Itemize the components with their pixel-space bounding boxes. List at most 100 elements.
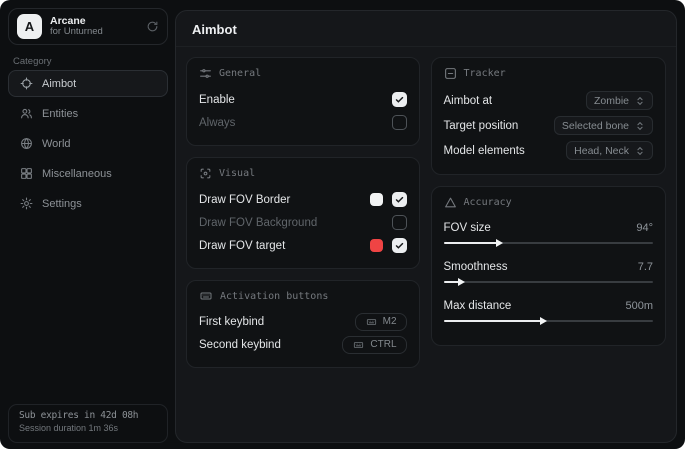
target-position-select[interactable]: Selected bone xyxy=(554,116,653,135)
setting-row-smoothness: Smoothness 7.7 xyxy=(444,256,653,291)
sidebar-item-label: Miscellaneous xyxy=(42,168,112,180)
app-logo: A xyxy=(17,14,42,39)
slider-value: 94° xyxy=(636,222,653,234)
setting-label: Draw FOV Border xyxy=(199,194,290,206)
setting-row-always: Always xyxy=(199,111,407,134)
model-elements-select[interactable]: Head, Neck xyxy=(566,141,653,160)
check-icon xyxy=(395,95,404,104)
setting-label: Target position xyxy=(444,120,519,132)
setting-row-max-distance: Max distance 500m xyxy=(444,295,653,330)
sidebar-item-label: Entities xyxy=(42,108,78,120)
slider-thumb[interactable] xyxy=(540,317,547,325)
accuracy-card: Accuracy FOV size 94° Smoothness xyxy=(431,186,666,346)
setting-label: Model elements xyxy=(444,145,525,157)
setting-label: Always xyxy=(199,117,235,129)
grid-icon xyxy=(20,167,33,180)
section-title: General xyxy=(219,68,261,79)
main-panel: Aimbot General Enable Alw xyxy=(175,10,677,443)
sidebar-item-miscellaneous[interactable]: Miscellaneous xyxy=(8,160,168,187)
chevrons-up-down-icon xyxy=(635,146,645,156)
triangle-icon xyxy=(444,196,457,209)
setting-label: Draw FOV target xyxy=(199,240,285,252)
logo-card: A Arcane for Unturned xyxy=(8,8,168,45)
keybind-value: CTRL xyxy=(370,339,396,350)
setting-row-second-keybind: Second keybind CTRL xyxy=(199,333,407,356)
general-card: General Enable Always xyxy=(186,57,420,146)
slider-thumb[interactable] xyxy=(458,278,465,286)
scan-icon xyxy=(199,167,212,180)
always-checkbox[interactable] xyxy=(392,115,407,130)
setting-label: Enable xyxy=(199,94,235,106)
entities-icon xyxy=(20,107,33,120)
setting-label: FOV size xyxy=(444,222,491,234)
keyboard-icon xyxy=(365,317,378,327)
setting-row-fov-size: FOV size 94° xyxy=(444,217,653,252)
visual-card: Visual Draw FOV Border Draw FOV Backgrou… xyxy=(186,157,420,269)
setting-row-fov-target: Draw FOV target xyxy=(199,234,407,257)
chevrons-up-down-icon xyxy=(635,121,645,131)
color-swatch-white[interactable] xyxy=(370,193,383,206)
box-minus-icon xyxy=(444,67,457,80)
sidebar-item-aimbot[interactable]: Aimbot xyxy=(8,70,168,97)
app-window: A Arcane for Unturned Category Aimbot xyxy=(0,0,685,449)
sidebar: A Arcane for Unturned Category Aimbot xyxy=(0,0,175,449)
setting-label: Second keybind xyxy=(199,339,281,351)
second-keybind-button[interactable]: CTRL xyxy=(342,336,406,354)
color-swatch-red[interactable] xyxy=(370,239,383,252)
check-icon xyxy=(395,241,404,250)
aimbot-at-select[interactable]: Zombie xyxy=(586,91,653,110)
setting-label: Aimbot at xyxy=(444,95,493,107)
slider-value: 500m xyxy=(625,300,653,312)
session-duration-text: Session duration 1m 36s xyxy=(19,423,157,433)
setting-row-model-elements: Model elements Head, Neck xyxy=(444,138,653,163)
setting-row-fov-background: Draw FOV Background xyxy=(199,211,407,234)
setting-row-fov-border: Draw FOV Border xyxy=(199,188,407,211)
chevrons-up-down-icon xyxy=(635,96,645,106)
keybind-value: M2 xyxy=(383,316,397,327)
sidebar-item-label: World xyxy=(42,138,71,150)
setting-row-target-position: Target position Selected bone xyxy=(444,113,653,138)
keyboard-icon xyxy=(352,340,365,350)
category-label: Category xyxy=(13,56,52,67)
sidebar-item-label: Aimbot xyxy=(42,78,76,90)
check-icon xyxy=(395,195,404,204)
select-value: Selected bone xyxy=(562,120,629,132)
fov-size-slider[interactable] xyxy=(444,238,653,252)
fov-border-checkbox[interactable] xyxy=(392,192,407,207)
setting-label: Smoothness xyxy=(444,261,508,273)
activation-card: Activation buttons First keybind M2 Seco… xyxy=(186,280,420,368)
tracker-card: Tracker Aimbot at Zombie Target position… xyxy=(431,57,666,175)
fov-background-checkbox[interactable] xyxy=(392,215,407,230)
slider-thumb[interactable] xyxy=(496,239,503,247)
enable-checkbox[interactable] xyxy=(392,92,407,107)
setting-row-first-keybind: First keybind M2 xyxy=(199,310,407,333)
globe-icon xyxy=(20,137,33,150)
sidebar-nav: Aimbot Entities World Miscellaneous xyxy=(8,70,168,220)
fov-target-checkbox[interactable] xyxy=(392,238,407,253)
setting-label: Max distance xyxy=(444,300,512,312)
keyboard-icon xyxy=(199,290,213,302)
max-distance-slider[interactable] xyxy=(444,316,653,330)
section-title: Tracker xyxy=(464,68,506,79)
setting-label: First keybind xyxy=(199,316,264,328)
sidebar-item-settings[interactable]: Settings xyxy=(8,190,168,217)
section-title: Visual xyxy=(219,168,255,179)
setting-row-aimbot-at: Aimbot at Zombie xyxy=(444,88,653,113)
select-value: Zombie xyxy=(594,95,629,107)
section-title: Activation buttons xyxy=(220,291,328,302)
crosshair-icon xyxy=(20,77,33,90)
select-value: Head, Neck xyxy=(574,145,629,157)
app-subtitle: for Unturned xyxy=(50,27,138,38)
reload-icon[interactable] xyxy=(146,20,159,33)
gear-icon xyxy=(20,197,33,210)
smoothness-slider[interactable] xyxy=(444,277,653,291)
slider-value: 7.7 xyxy=(638,261,653,273)
sliders-icon xyxy=(199,67,212,80)
setting-row-enable: Enable xyxy=(199,88,407,111)
sidebar-item-world[interactable]: World xyxy=(8,130,168,157)
page-title: Aimbot xyxy=(176,11,676,47)
sidebar-item-entities[interactable]: Entities xyxy=(8,100,168,127)
subscription-status-card: Sub expires in 42d 08h Session duration … xyxy=(8,404,168,443)
section-title: Accuracy xyxy=(464,197,512,208)
first-keybind-button[interactable]: M2 xyxy=(355,313,407,331)
